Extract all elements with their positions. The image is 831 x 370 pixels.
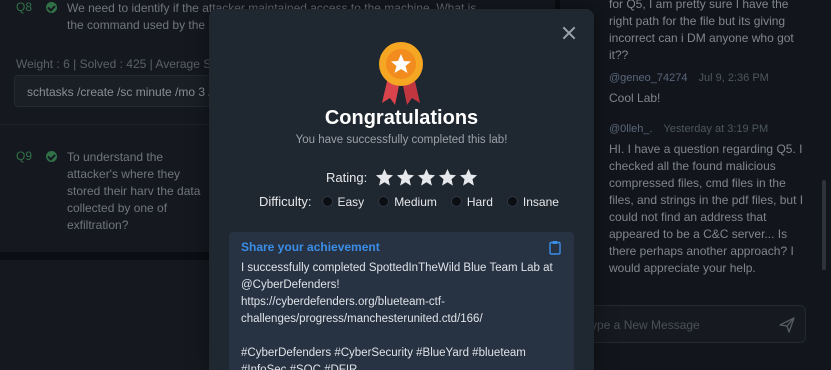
star-icon[interactable] (417, 168, 436, 187)
medal-icon (379, 42, 423, 105)
modal-subtitle: You have successfully completed this lab… (295, 134, 508, 146)
difficulty-option-label: Hard (466, 194, 493, 209)
rating-stars (375, 168, 480, 187)
difficulty-easy[interactable]: Easy (321, 194, 365, 209)
star-icon[interactable] (375, 168, 394, 187)
difficulty-insane[interactable]: Insane (506, 194, 559, 209)
difficulty-hard[interactable]: Hard (450, 194, 493, 209)
radio-icon[interactable] (450, 196, 462, 207)
modal-title: Congratulations (324, 107, 479, 129)
rating-label: Rating: (326, 170, 368, 185)
difficulty-medium[interactable]: Medium (378, 195, 437, 209)
star-icon[interactable] (438, 168, 457, 187)
difficulty-option-label: Insane (522, 194, 559, 209)
radio-icon[interactable] (506, 196, 518, 207)
difficulty-row: Difficulty: Easy Medium Hard Insane (259, 194, 573, 209)
share-achievement-box: Share your achievement I successfully co… (229, 232, 574, 370)
star-icon[interactable] (396, 168, 415, 187)
difficulty-option-label: Easy (337, 194, 365, 209)
rating-row: Rating: (326, 168, 480, 187)
share-title: Share your achievement (241, 240, 380, 254)
congratulations-modal: Congratulations You have successfully co… (209, 9, 594, 370)
radio-icon[interactable] (378, 196, 390, 207)
share-text[interactable]: I successfully completed SpottedInTheWil… (241, 260, 562, 370)
difficulty-option-label: Medium (394, 194, 437, 209)
difficulty-label: Difficulty: (259, 194, 312, 209)
star-icon[interactable] (459, 168, 478, 187)
radio-icon[interactable] (321, 196, 333, 207)
close-icon[interactable] (562, 26, 576, 40)
clipboard-icon[interactable] (549, 240, 561, 255)
